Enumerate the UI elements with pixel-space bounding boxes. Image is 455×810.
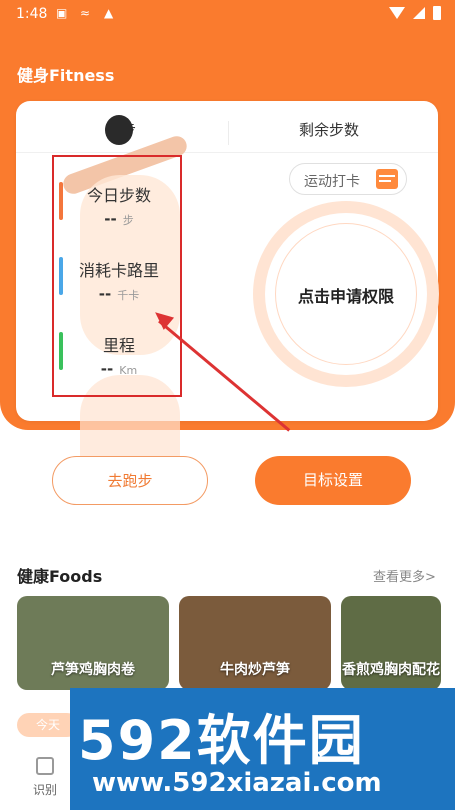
stat-distance-label: 里程 — [102, 336, 135, 355]
run-button[interactable]: 去跑步 — [52, 456, 208, 505]
stat-steps-label: 今日步数 — [86, 186, 151, 205]
stat-calories-value: -- 千卡 — [98, 285, 140, 303]
scan-icon — [36, 757, 54, 775]
foods-title: 健康Foods — [17, 567, 103, 586]
stat-distance: 里程 -- Km — [54, 332, 184, 378]
scan-label: 识别 — [32, 783, 57, 797]
app-screen: 1:48 ▣ ≈ ▲ 健身Fitness 计步 剩余步数 — [0, 0, 455, 810]
food-label: 芦笋鸡胸肉卷 — [51, 662, 135, 678]
see-more-link[interactable]: 查看更多> — [373, 566, 436, 585]
notification-icons: ▣ ≈ ▲ — [56, 6, 118, 20]
battery-icon — [433, 6, 441, 20]
app-title: 健身Fitness — [17, 66, 115, 85]
wifi-icon — [389, 7, 405, 19]
permission-label: 点击申请权限 — [297, 287, 394, 306]
stat-steps-value: -- 步 — [104, 210, 134, 228]
permission-ring[interactable]: 点击申请权限 — [265, 213, 427, 375]
food-card[interactable]: 牛肉炒芦笋 — [179, 596, 331, 690]
food-label: 香煎鸡胸肉配花 — [342, 662, 440, 678]
site-watermark: 592软件园 www.592xiazai.com — [70, 688, 455, 810]
status-time: 1:48 — [16, 6, 48, 22]
stat-calories-label: 消耗卡路里 — [78, 261, 159, 280]
stat-distance-value: -- Km — [100, 360, 138, 378]
food-label: 牛肉炒芦笋 — [220, 662, 290, 678]
watermark-brand: 592软件园 — [78, 709, 365, 772]
system-icons — [389, 6, 441, 20]
stats-highlight-box: 今日步数 -- 步 消耗卡路里 -- 千卡 里程 -- Km — [52, 155, 182, 397]
notification-muted-icon: ≈ — [80, 6, 91, 20]
stat-calories: 消耗卡路里 -- 千卡 — [54, 257, 184, 303]
signal-icon — [413, 7, 425, 19]
stat-calories-bar — [59, 257, 63, 295]
goal-settings-button[interactable]: 目标设置 — [255, 456, 411, 505]
checkin-button[interactable]: 运动打卡 — [289, 163, 407, 195]
scan-button[interactable]: 识别 — [30, 757, 60, 798]
stat-steps: 今日步数 -- 步 — [54, 182, 184, 228]
status-bar: 1:48 ▣ ≈ ▲ — [0, 0, 455, 30]
stat-steps-bar — [59, 182, 63, 220]
watermark-url: www.592xiazai.com — [92, 768, 382, 798]
notification-a-icon: ▣ — [56, 6, 68, 20]
food-card[interactable]: 芦笋鸡胸肉卷 — [17, 596, 169, 690]
checkin-label: 运动打卡 — [304, 174, 360, 190]
tab-remaining-steps[interactable]: 剩余步数 — [299, 119, 359, 140]
food-card[interactable]: 香煎鸡胸肉配花 — [341, 596, 441, 690]
calendar-icon — [376, 169, 398, 189]
tab-divider — [228, 121, 229, 145]
warning-icon: ▲ — [104, 6, 114, 20]
stat-distance-bar — [59, 332, 63, 370]
